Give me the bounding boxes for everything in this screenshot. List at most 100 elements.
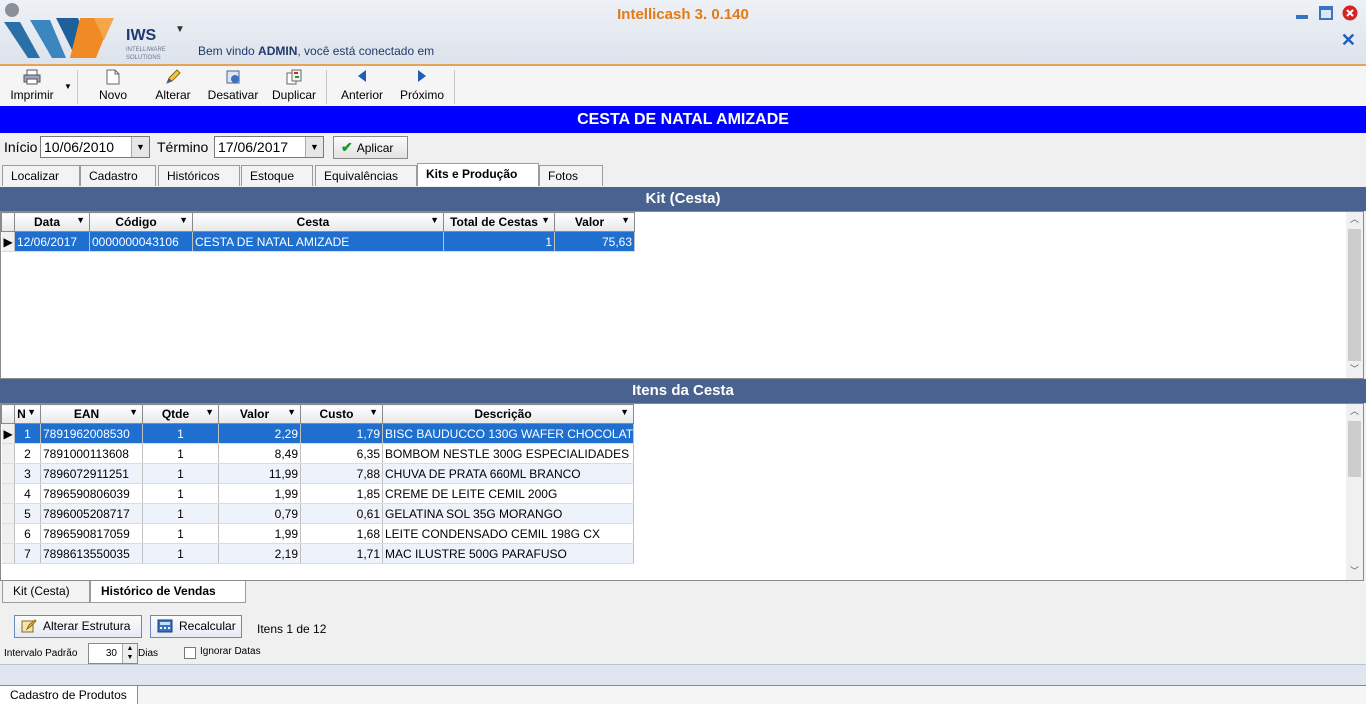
deactivate-icon <box>205 66 261 88</box>
printer-icon <box>4 66 60 88</box>
table-row[interactable]: ▶ 1 7891962008530 1 2,29 1,79 BISC BAUDU… <box>1 423 634 444</box>
column-header-total-cestas[interactable]: Total de Cestas ▼ <box>443 212 555 232</box>
column-header-data[interactable]: Data ▼ <box>14 212 90 232</box>
sort-dropdown-icon[interactable]: ▼ <box>430 215 439 225</box>
new-document-icon <box>92 66 134 88</box>
column-header-ean[interactable]: EAN ▼ <box>40 404 143 424</box>
items-vertical-scrollbar[interactable]: ︿ ﹀ <box>1346 404 1363 580</box>
apply-button[interactable]: ✔ Aplicar <box>333 136 408 159</box>
sort-dropdown-icon[interactable]: ▼ <box>205 407 214 417</box>
calendar-dropdown-icon[interactable]: ▼ <box>131 137 149 157</box>
column-header-custo[interactable]: Custo ▼ <box>300 404 383 424</box>
tab-historico-vendas[interactable]: Histórico de Vendas <box>90 581 246 603</box>
scroll-up-icon[interactable]: ︿ <box>1346 404 1363 420</box>
table-row[interactable]: 5 7896005208717 1 0,79 0,61 GELATINA SOL… <box>1 503 634 524</box>
row-pointer-icon: ▶ <box>1 423 15 444</box>
scroll-down-icon[interactable]: ﹀ <box>1346 564 1363 580</box>
end-date-field[interactable]: 17/06/2017 ▼ <box>214 136 324 158</box>
tab-historicos[interactable]: Históricos <box>158 165 240 186</box>
items-grid: N ▼ EAN ▼ Qtde ▼ Valor ▼ Custo ▼ Descrição ▼ ▶… <box>0 403 1364 581</box>
tab-fotos[interactable]: Fotos <box>539 165 603 186</box>
sort-dropdown-icon[interactable]: ▼ <box>287 407 296 417</box>
toolbar-separator <box>454 70 455 104</box>
toolbar-separator <box>77 70 78 104</box>
pencil-icon <box>150 66 196 88</box>
sort-dropdown-icon[interactable]: ▼ <box>179 215 188 225</box>
column-header-valor[interactable]: Valor ▼ <box>554 212 635 232</box>
column-header-codigo[interactable]: Código ▼ <box>89 212 193 232</box>
tab-localizar[interactable]: Localizar <box>2 165 80 186</box>
sort-dropdown-icon[interactable]: ▼ <box>27 407 36 417</box>
column-header-n[interactable]: N ▼ <box>14 404 41 424</box>
tab-kits-producao[interactable]: Kits e Produção <box>417 163 539 186</box>
scroll-down-icon[interactable]: ﹀ <box>1346 362 1363 378</box>
new-button[interactable]: Novo <box>92 66 134 106</box>
column-header-descricao[interactable]: Descrição ▼ <box>382 404 634 424</box>
table-row[interactable]: 3 7896072911251 1 11,99 7,88 CHUVA DE PR… <box>1 463 634 484</box>
table-row[interactable]: 4 7896590806039 1 1,99 1,85 CREME DE LEI… <box>1 483 634 504</box>
ignore-dates-label: Ignorar Datas <box>200 646 261 657</box>
deactivate-button[interactable]: Desativar <box>205 66 261 106</box>
scroll-up-icon[interactable]: ︿ <box>1346 212 1363 228</box>
sort-dropdown-icon[interactable]: ▼ <box>541 215 550 225</box>
scroll-thumb[interactable] <box>1348 421 1361 477</box>
duplicate-icon <box>269 66 319 88</box>
tab-estoque[interactable]: Estoque <box>241 165 313 186</box>
app-title: Intellicash 3. 0.140 <box>617 6 749 23</box>
main-tabs: Localizar Cadastro Históricos Estoque Eq… <box>0 163 1366 186</box>
table-row[interactable]: 2 7891000113608 1 8,49 6,35 BOMBOM NESTL… <box>1 443 634 464</box>
toolbar-separator <box>326 70 327 104</box>
next-button[interactable]: Próximo <box>396 66 448 106</box>
spin-down-icon[interactable]: ▼ <box>123 653 137 662</box>
calendar-dropdown-icon[interactable]: ▼ <box>305 137 323 157</box>
row-pointer-icon: ▶ <box>1 231 15 252</box>
print-dropdown-icon[interactable]: ▼ <box>64 82 72 91</box>
row-indicator-header <box>1 404 15 424</box>
column-header-valor[interactable]: Valor ▼ <box>218 404 301 424</box>
column-header-qtde[interactable]: Qtde ▼ <box>142 404 219 424</box>
interval-label: Intervalo Padrão <box>4 648 78 659</box>
minimize-icon[interactable] <box>1294 5 1310 21</box>
tab-kit-cesta[interactable]: Kit (Cesta) <box>2 581 90 603</box>
logo-menu-caret-icon[interactable]: ▼ <box>175 24 185 35</box>
ignore-dates-checkbox[interactable] <box>184 647 196 659</box>
edit-button[interactable]: Alterar <box>150 66 196 106</box>
close-window-icon[interactable] <box>1342 5 1358 21</box>
row-indicator-header <box>1 212 15 232</box>
sort-dropdown-icon[interactable]: ▼ <box>129 407 138 417</box>
kit-vertical-scrollbar[interactable]: ︿ ﹀ <box>1346 212 1363 378</box>
start-date-field[interactable]: 10/06/2010 ▼ <box>40 136 150 158</box>
bottom-tabs: Kit (Cesta) Histórico de Vendas <box>0 581 1366 604</box>
interval-stepper[interactable]: 30 ▲ ▼ <box>88 643 138 664</box>
duplicate-button[interactable]: Duplicar <box>269 66 319 106</box>
sort-dropdown-icon[interactable]: ▼ <box>76 215 85 225</box>
table-row[interactable]: 6 7896590817059 1 1,99 1,68 LEITE CONDEN… <box>1 523 634 544</box>
arrow-right-icon <box>396 66 448 88</box>
previous-button[interactable]: Anterior <box>336 66 388 106</box>
alter-structure-button[interactable]: Alterar Estrutura <box>14 615 142 638</box>
window-tab-cadastro-produtos[interactable]: Cadastro de Produtos <box>0 686 138 704</box>
record-title: CESTA DE NATAL AMIZADE <box>0 106 1366 133</box>
calculator-icon <box>157 619 173 640</box>
svg-text:SOLUTIONS: SOLUTIONS <box>126 55 161 61</box>
items-panel-header: Itens da Cesta <box>0 379 1366 403</box>
tab-cadastro[interactable]: Cadastro <box>80 165 156 186</box>
table-row[interactable]: 7 7898613550035 1 2,19 1,71 MAC ILUSTRE … <box>1 543 634 564</box>
recalculate-button[interactable]: Recalcular <box>150 615 242 638</box>
tab-equivalencias[interactable]: Equivalências <box>315 165 417 186</box>
scroll-thumb[interactable] <box>1348 229 1361 361</box>
close-form-icon[interactable]: ✕ <box>1341 30 1356 51</box>
toolbar: Imprimir ▼ Novo Alterar Desativar Duplic… <box>0 66 1366 106</box>
end-date-label: Término <box>157 139 209 155</box>
maximize-icon[interactable] <box>1318 5 1334 21</box>
column-header-cesta[interactable]: Cesta ▼ <box>192 212 444 232</box>
table-row[interactable]: ▶ 12/06/2017 0000000043106 CESTA DE NATA… <box>1 231 635 252</box>
kit-table: Data ▼ Código ▼ Cesta ▼ Total de Cestas ▼ Va… <box>1 212 635 252</box>
kit-table-header: Data ▼ Código ▼ Cesta ▼ Total de Cestas ▼ Va… <box>1 212 635 232</box>
spin-up-icon[interactable]: ▲ <box>123 644 137 653</box>
sort-dropdown-icon[interactable]: ▼ <box>369 407 378 417</box>
sort-dropdown-icon[interactable]: ▼ <box>621 215 630 225</box>
print-button[interactable]: Imprimir <box>4 66 60 106</box>
sort-dropdown-icon[interactable]: ▼ <box>620 407 629 417</box>
items-count: Itens 1 de 12 <box>257 622 327 636</box>
